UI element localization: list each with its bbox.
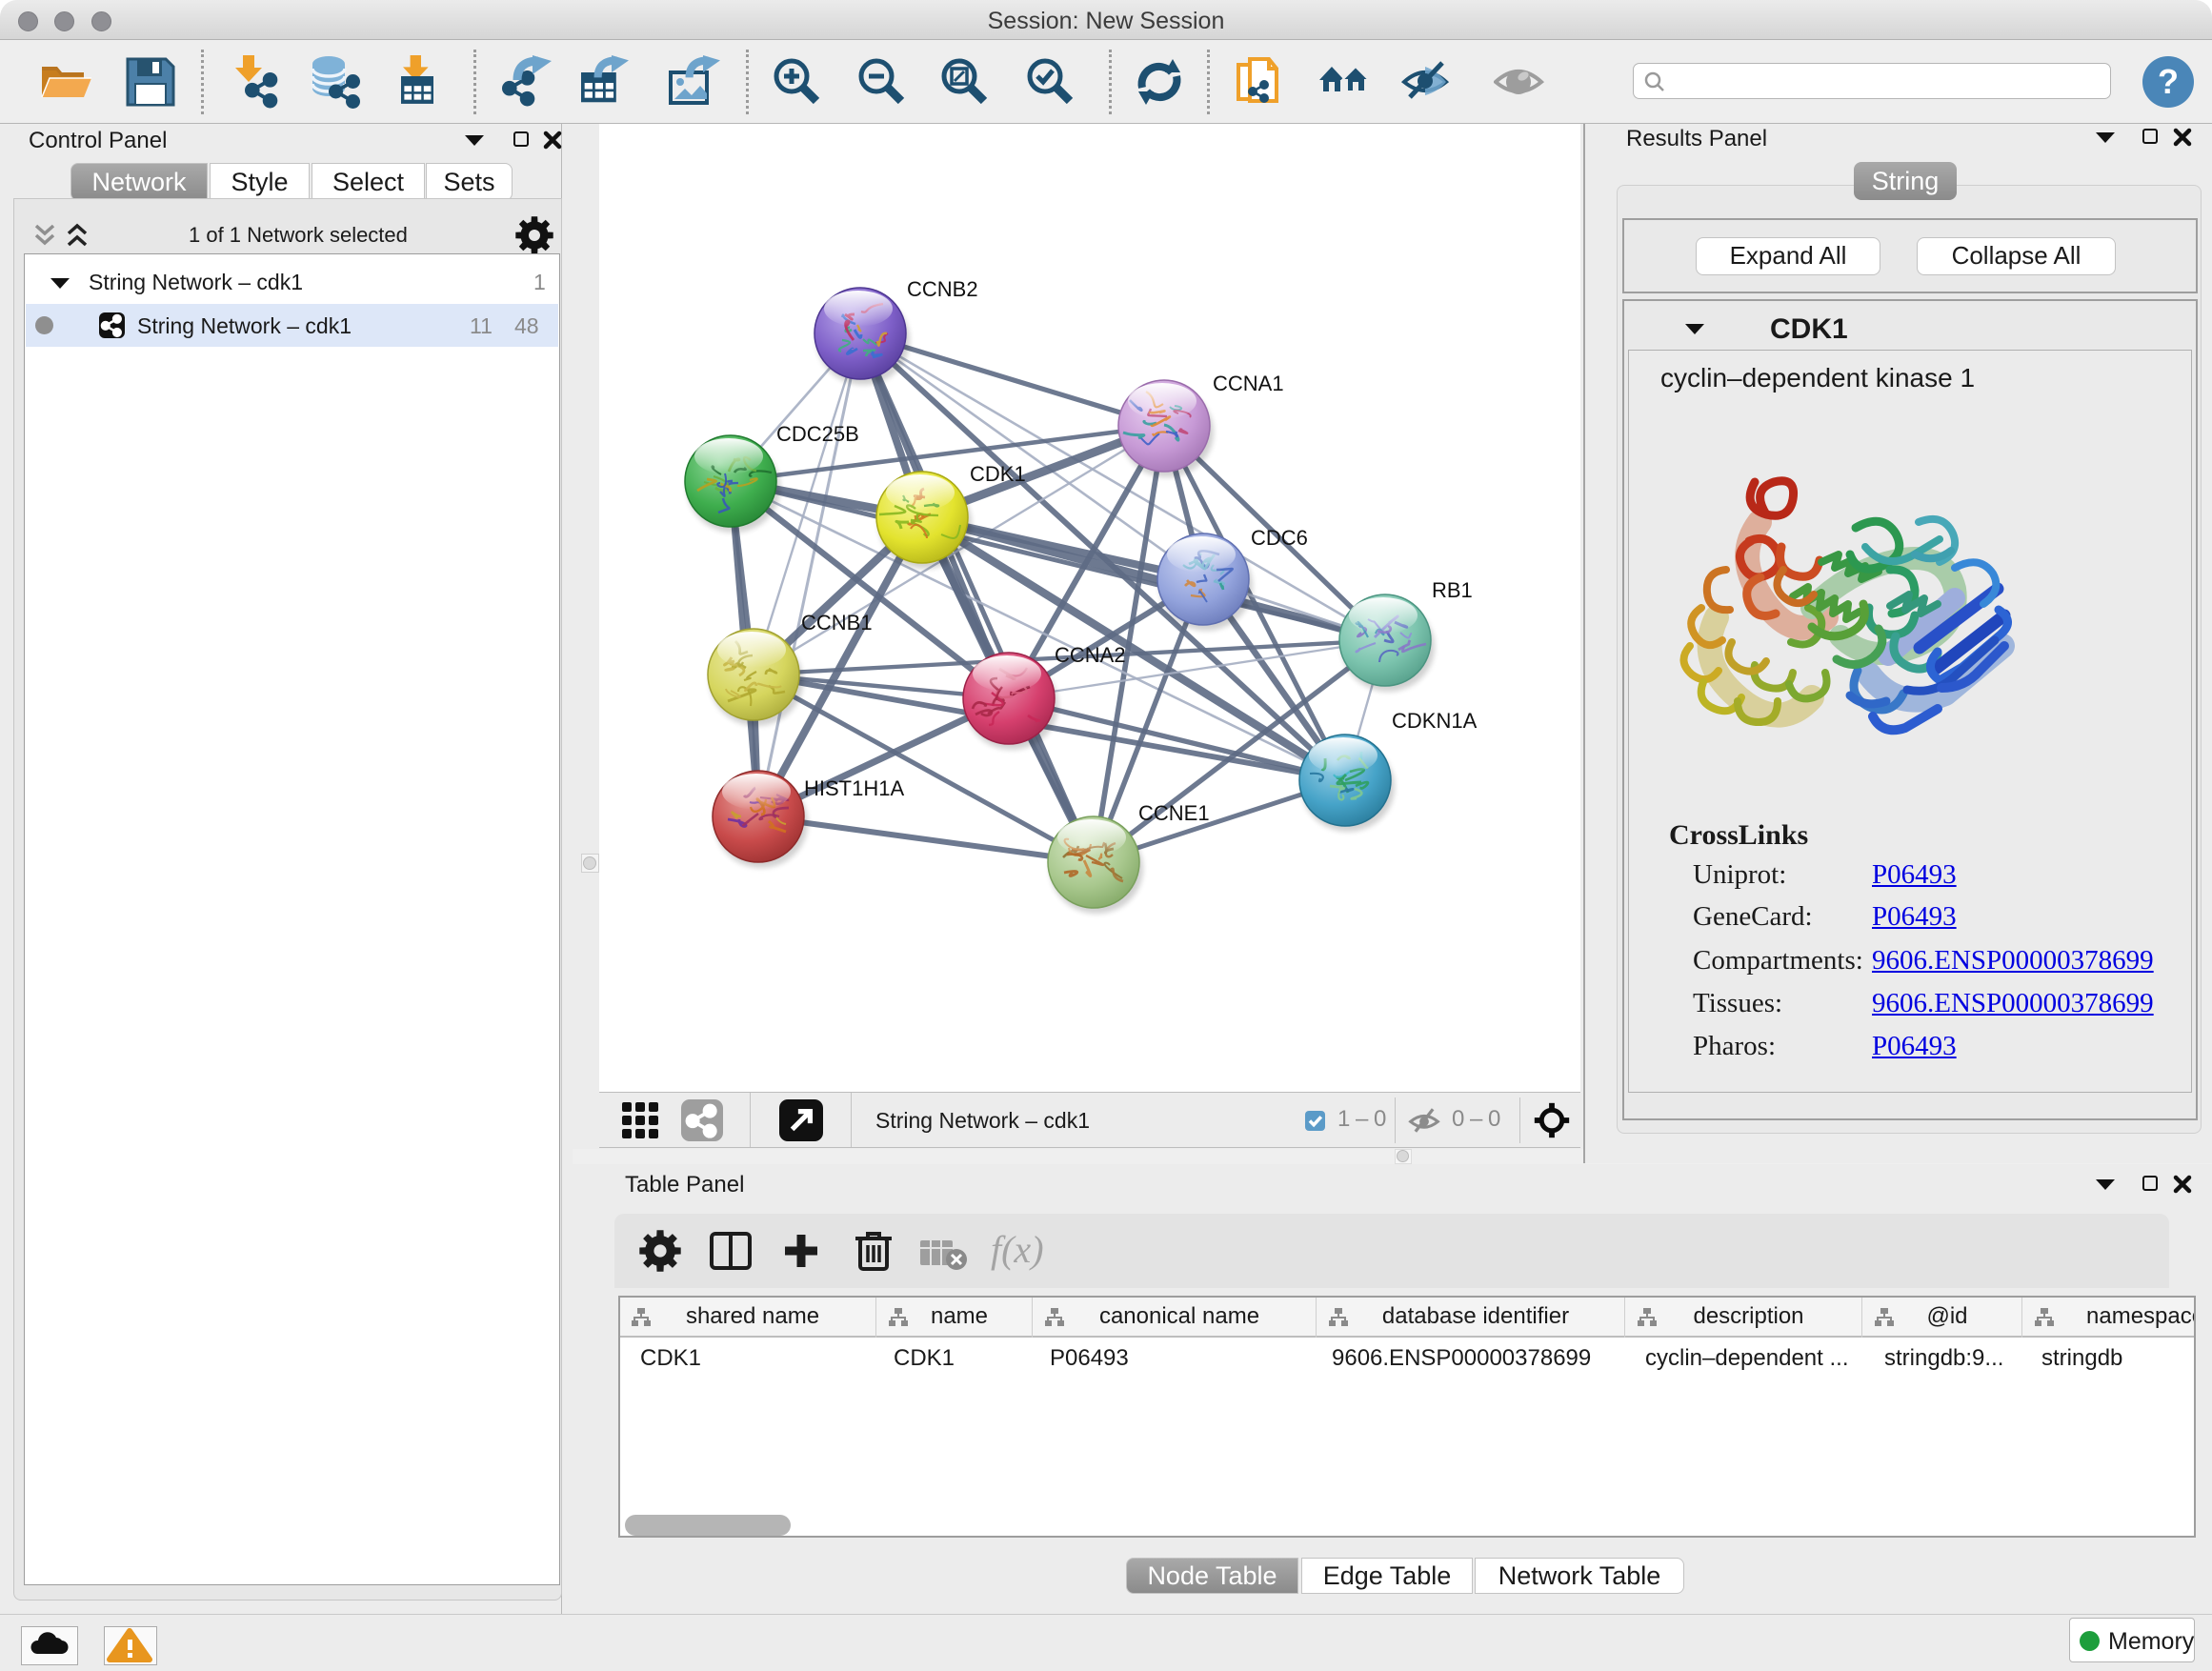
svg-text:CCNB1: CCNB1 [801, 611, 873, 634]
svg-text:CDK1: CDK1 [970, 462, 1026, 486]
svg-text:CDC6: CDC6 [1251, 526, 1308, 550]
svg-text:CCNA1: CCNA1 [1213, 372, 1284, 395]
svg-text:CCNB2: CCNB2 [907, 277, 978, 301]
svg-text:RB1: RB1 [1432, 578, 1473, 602]
svg-text:CDC25B: CDC25B [776, 422, 859, 446]
svg-text:CCNE1: CCNE1 [1138, 801, 1210, 825]
svg-text:HIST1H1A: HIST1H1A [804, 776, 904, 800]
svg-text:CCNA2: CCNA2 [1055, 643, 1126, 667]
svg-text:CDKN1A: CDKN1A [1392, 709, 1478, 733]
